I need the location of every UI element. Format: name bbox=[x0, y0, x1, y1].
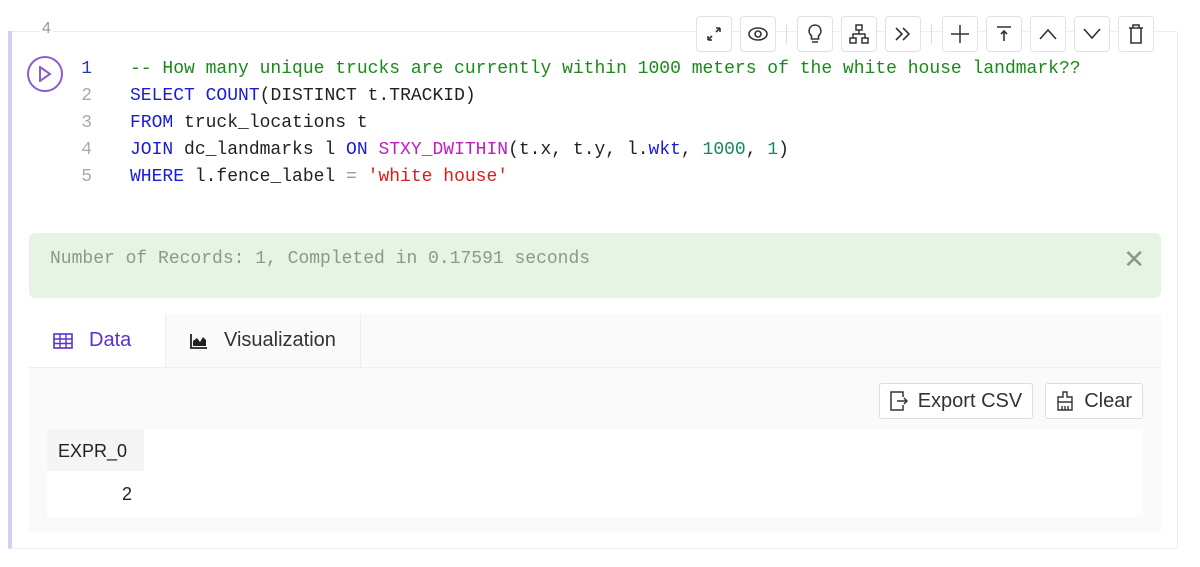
code-token: 1 bbox=[767, 140, 779, 160]
table-icon bbox=[53, 332, 73, 349]
code-line: WHERE l.fence_label = 'white house' bbox=[130, 164, 508, 191]
run-below-button[interactable] bbox=[885, 16, 921, 52]
expand-icon bbox=[707, 27, 721, 41]
column-header[interactable]: EXPR_0 bbox=[47, 429, 144, 471]
code-token: STXY_DWITHIN bbox=[378, 140, 509, 160]
tab-data[interactable]: Data bbox=[29, 314, 166, 367]
move-top-button[interactable] bbox=[986, 16, 1022, 52]
move-down-button[interactable] bbox=[1074, 16, 1110, 52]
code-line: SELECT COUNT(DISTINCT t.TRACKID) bbox=[130, 83, 476, 110]
code-line: FROM truck_locations t bbox=[130, 110, 368, 137]
code-line: -- How many unique trucks are currently … bbox=[130, 56, 1081, 83]
export-csv-label: Export CSV bbox=[917, 389, 1023, 412]
export-csv-button[interactable]: Export CSV bbox=[878, 383, 1034, 419]
code-token: ON bbox=[346, 140, 379, 160]
results-tabs: Data Visualization bbox=[29, 314, 1161, 368]
tab-visualization-label: Visualization bbox=[224, 329, 336, 351]
code-token: JOIN bbox=[130, 140, 185, 160]
trash-icon bbox=[1129, 24, 1143, 44]
code-token: dc_landmarks l bbox=[184, 140, 347, 160]
results-panel: Data Visualization Export CSV Clear EXPR… bbox=[29, 314, 1161, 532]
run-button[interactable] bbox=[27, 56, 63, 92]
tab-visualization[interactable]: Visualization bbox=[166, 314, 361, 367]
result-message-text: Number of Records: 1, Completed in 0.175… bbox=[50, 249, 591, 269]
lightbulb-icon bbox=[808, 24, 822, 43]
tab-data-label: Data bbox=[89, 329, 132, 351]
code-token: WHERE bbox=[130, 167, 195, 187]
code-token: COUNT bbox=[205, 86, 260, 106]
code-token: 'white house' bbox=[367, 167, 509, 187]
clear-button[interactable]: Clear bbox=[1045, 383, 1143, 419]
result-message: Number of Records: 1, Completed in 0.175… bbox=[29, 233, 1161, 298]
code-token: ) bbox=[778, 140, 789, 160]
toolbar-separator bbox=[786, 24, 787, 44]
area-chart-icon bbox=[190, 333, 207, 349]
line-number: 5 bbox=[81, 167, 92, 187]
eye-icon bbox=[748, 27, 768, 41]
table-cell: 2 bbox=[121, 484, 132, 504]
code-line: JOIN dc_landmarks l ON STXY_DWITHIN(t.x,… bbox=[130, 137, 789, 164]
add-cell-button[interactable] bbox=[942, 16, 978, 52]
line-number: 3 bbox=[81, 113, 92, 133]
code-token: truck_locations t bbox=[184, 113, 368, 133]
chevron-up-icon bbox=[1039, 28, 1057, 40]
code-token: -- How many unique trucks are currently … bbox=[130, 59, 1081, 79]
double-chevron-right-icon bbox=[895, 27, 911, 41]
code-token: (t.x, t.y, l. bbox=[508, 140, 649, 160]
code-token: wkt bbox=[648, 140, 681, 160]
close-icon[interactable]: ✕ bbox=[1123, 247, 1145, 273]
cell-number: 4 bbox=[40, 20, 53, 38]
code-token: = bbox=[346, 167, 368, 187]
sitemap-icon bbox=[849, 24, 869, 44]
suggest-button[interactable] bbox=[797, 16, 833, 52]
line-number: 2 bbox=[81, 86, 92, 106]
code-token: l.fence_label bbox=[194, 167, 347, 187]
code-token: 1000 bbox=[702, 140, 746, 160]
code-token: , bbox=[680, 140, 703, 160]
preview-button[interactable] bbox=[740, 16, 776, 52]
plus-icon bbox=[951, 25, 969, 43]
clear-label: Clear bbox=[1084, 389, 1132, 412]
code-token: FROM bbox=[130, 113, 185, 133]
code-token: , bbox=[745, 140, 768, 160]
cell-toolbar bbox=[696, 16, 1162, 52]
code-token: (DISTINCT t.TRACKID) bbox=[259, 86, 476, 106]
line-number: 1 bbox=[81, 59, 92, 79]
move-top-icon bbox=[997, 26, 1011, 41]
expand-button[interactable] bbox=[696, 16, 732, 52]
results-table: EXPR_0 2 bbox=[47, 429, 1143, 517]
export-icon bbox=[889, 391, 908, 411]
delete-cell-button[interactable] bbox=[1118, 16, 1154, 52]
code-token: SELECT bbox=[130, 86, 206, 106]
toolbar-separator bbox=[931, 24, 932, 44]
move-up-button[interactable] bbox=[1030, 16, 1066, 52]
chevron-down-icon bbox=[1083, 28, 1101, 40]
line-number: 4 bbox=[81, 140, 92, 160]
broom-icon bbox=[1057, 391, 1073, 411]
play-icon bbox=[39, 66, 52, 82]
explain-plan-button[interactable] bbox=[841, 16, 877, 52]
